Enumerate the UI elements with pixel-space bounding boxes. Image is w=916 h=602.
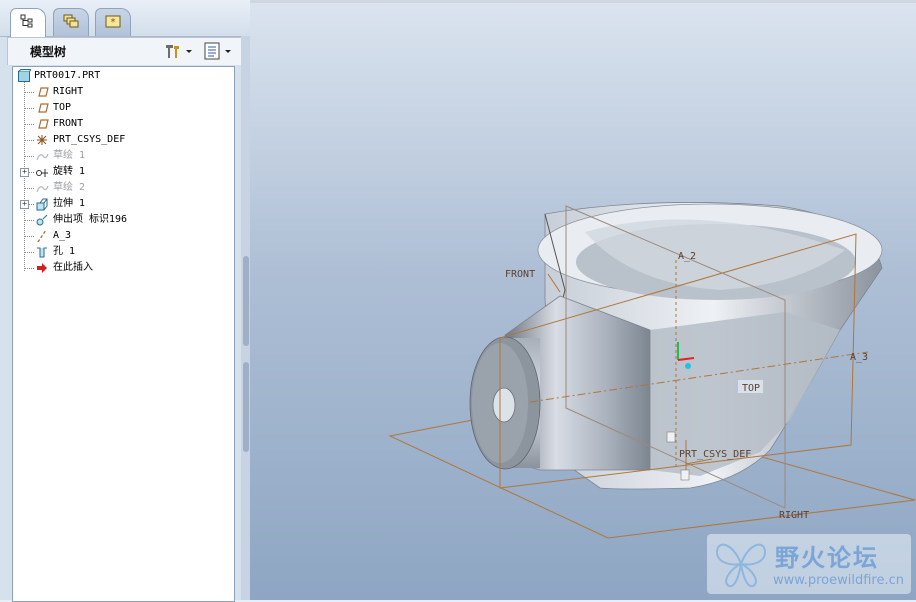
splitter-grip[interactable]	[243, 362, 249, 452]
tree-connector	[24, 236, 34, 237]
model-tree: PRT0017.PRT RIGHT TOP FRONT PRT_CSYS_DEF 草绘 …	[12, 66, 235, 602]
tree-connector	[24, 188, 34, 189]
watermark: 野火论坛 www.proewildfire.cn	[707, 534, 911, 594]
tools-icon	[166, 45, 192, 58]
tree-item-label: 旋转 1	[53, 166, 86, 177]
csys-label: PRT_CSYS_DEF	[679, 449, 751, 460]
tree-connector	[24, 92, 34, 93]
tree-item-label: RIGHT	[53, 86, 84, 97]
sketch-icon	[36, 185, 49, 193]
model-viewport[interactable]: FRONT A_2 A_3 TOP PRT_CSYS_DEF RIGHT	[250, 0, 916, 600]
protrusion-icon	[36, 214, 48, 226]
tree-item-label: A_3	[53, 230, 72, 241]
datum-plane-icon	[38, 119, 49, 129]
tree-connector	[24, 108, 34, 109]
tree-item-label: 草绘 2	[53, 182, 86, 193]
revolve-icon	[36, 169, 48, 177]
tree-connector	[24, 156, 34, 157]
svg-text:*: *	[111, 17, 116, 28]
tree-item-label: TOP	[53, 102, 72, 113]
tree-root-label: PRT0017.PRT	[34, 70, 101, 81]
show-dropdown-button[interactable]	[202, 41, 238, 61]
navigator-tabs: *	[0, 0, 250, 37]
favorites-tab-icon: *	[105, 15, 121, 28]
model-tree-header: 模型树	[7, 37, 243, 65]
tree-connector	[24, 140, 34, 141]
axis-icon	[37, 229, 47, 243]
watermark-name: 野火论坛	[775, 544, 879, 572]
tree-connector	[24, 124, 34, 125]
settings-dropdown-button[interactable]	[163, 41, 195, 61]
csys-icon	[37, 135, 47, 145]
datum-plane-icon	[38, 87, 49, 97]
a2-label: A_2	[678, 251, 696, 262]
top-label: TOP	[742, 383, 760, 394]
page-title: 模型树	[30, 45, 67, 59]
tab-favorites[interactable]: *	[95, 8, 131, 36]
a3-label: A_3	[850, 352, 868, 363]
tree-connector	[24, 220, 34, 221]
tree-item-label: 孔 1	[53, 246, 76, 257]
tree-item-label: 草绘 1	[53, 150, 86, 161]
extrude-icon	[36, 198, 48, 211]
tree-connector	[24, 252, 34, 253]
datum-plane-icon	[38, 103, 49, 113]
expand-toggle[interactable]: +	[20, 168, 29, 177]
viewport-top-border	[250, 0, 916, 3]
part-icon	[18, 69, 31, 82]
sketch-icon	[36, 153, 49, 161]
tree-item-label: 在此插入	[53, 262, 93, 273]
tree-item-label: PRT_CSYS_DEF	[53, 134, 126, 145]
list-icon	[204, 42, 231, 60]
tab-model-tree[interactable]	[10, 8, 46, 37]
hole-icon	[37, 247, 47, 258]
front-label: FRONT	[505, 269, 535, 280]
tab-layers[interactable]	[53, 8, 89, 36]
splitter-grip[interactable]	[243, 256, 249, 346]
tree-item-label: FRONT	[53, 118, 84, 129]
model-tree-tab-icon	[20, 14, 33, 28]
tree-connector	[24, 268, 34, 269]
graphics-window[interactable]: FRONT A_2 A_3 TOP PRT_CSYS_DEF RIGHT	[250, 0, 916, 600]
tree-item-label: 拉伸 1	[53, 198, 86, 209]
watermark-url: www.proewildfire.cn	[773, 573, 904, 588]
tree-item-label: 伸出项 标识196	[53, 214, 128, 225]
expand-toggle[interactable]: +	[20, 200, 29, 209]
watermark-logo-icon	[715, 543, 767, 588]
navigator-panel: * 模型树 PRT0017.PRT RIGHT TOP FRONT PRT_CS…	[0, 0, 250, 602]
panel-splitter[interactable]	[241, 36, 250, 600]
layers-tab-icon	[63, 14, 79, 28]
insert-here-icon	[37, 263, 47, 273]
right-label: RIGHT	[779, 510, 809, 521]
